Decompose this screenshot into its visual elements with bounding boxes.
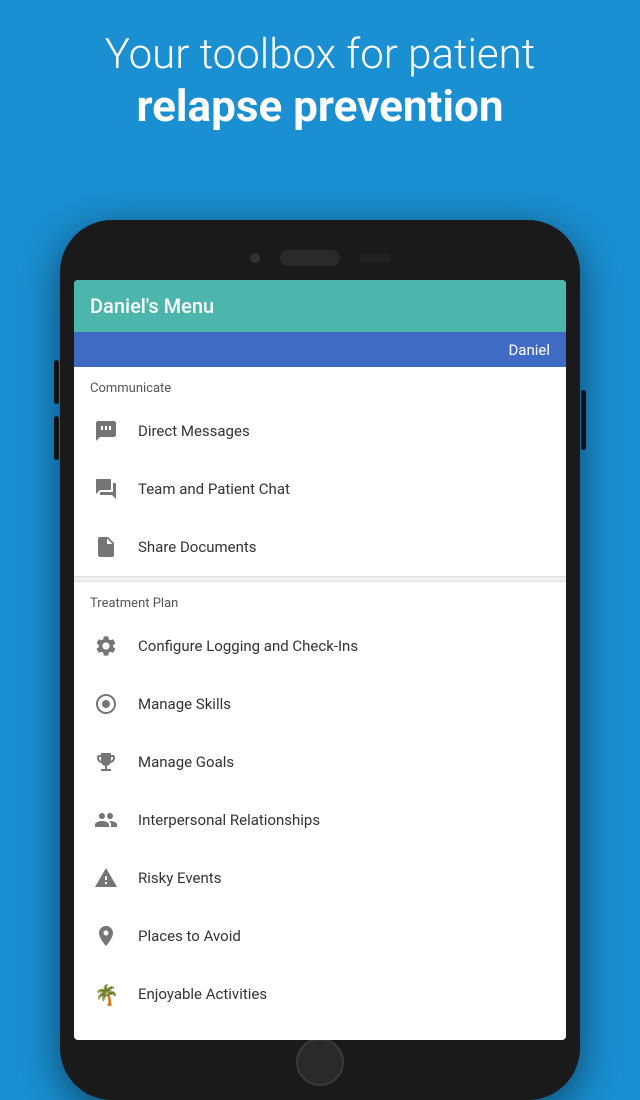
menu-item-manage-goals[interactable]: Manage Goals	[74, 733, 566, 791]
menu-item-places-avoid[interactable]: Places to Avoid	[74, 907, 566, 965]
phone-screen: Daniel's Menu Daniel Communicate	[74, 280, 566, 1040]
configure-logging-label: Configure Logging and Check-Ins	[138, 637, 358, 655]
places-avoid-label: Places to Avoid	[138, 927, 241, 945]
phone-top-bar	[60, 236, 580, 280]
svg-text:🌴: 🌴	[94, 983, 118, 1006]
user-bar: Daniel	[74, 332, 566, 367]
manage-skills-label: Manage Skills	[138, 695, 231, 713]
location-pin-icon	[90, 920, 122, 952]
menu-item-enjoyable-activities[interactable]: 🌴 Enjoyable Activities	[74, 965, 566, 1023]
home-button[interactable]	[296, 1038, 344, 1086]
menu-item-interpersonal[interactable]: Interpersonal Relationships	[74, 791, 566, 849]
menu-item-identified-triggers[interactable]: Identified Triggers	[74, 1023, 566, 1027]
palm-tree-icon: 🌴	[90, 978, 122, 1010]
section-treatment-plan: Treatment Plan Configure Logging and Che…	[74, 582, 566, 1027]
target-circle-icon	[90, 688, 122, 720]
direct-messages-label: Direct Messages	[138, 422, 250, 440]
interpersonal-label: Interpersonal Relationships	[138, 811, 320, 829]
menu-item-configure-logging[interactable]: Configure Logging and Check-Ins	[74, 617, 566, 675]
vol-up-button	[54, 360, 59, 404]
people-group-icon	[90, 804, 122, 836]
menu-item-team-patient-chat[interactable]: Team and Patient Chat	[74, 460, 566, 518]
power-button	[581, 390, 586, 450]
manage-goals-label: Manage Goals	[138, 753, 234, 771]
team-patient-chat-label: Team and Patient Chat	[138, 480, 290, 498]
triangle-warning-icon	[90, 862, 122, 894]
hero-line1: Your toolbox for patient	[30, 30, 610, 80]
phone-device: Daniel's Menu Daniel Communicate	[60, 220, 580, 1100]
sensor	[360, 254, 390, 262]
vol-down-button	[54, 416, 59, 460]
menu-item-share-documents[interactable]: Share Documents	[74, 518, 566, 576]
speaker-grille	[280, 250, 340, 266]
enjoyable-activities-label: Enjoyable Activities	[138, 985, 267, 1003]
camera-icon	[250, 253, 260, 263]
settings-gear-icon	[90, 630, 122, 662]
hero-header: Your toolbox for patient relapse prevent…	[0, 30, 640, 133]
menu-content[interactable]: Communicate Direct Messages	[74, 367, 566, 1027]
risky-events-label: Risky Events	[138, 869, 221, 887]
menu-title: Daniel's Menu	[90, 294, 550, 318]
chat-bubble-outline-icon	[90, 473, 122, 505]
phone-shell: Daniel's Menu Daniel Communicate	[60, 220, 580, 1100]
share-documents-label: Share Documents	[138, 538, 257, 556]
section-header-communicate: Communicate	[74, 367, 566, 402]
trophy-icon	[90, 746, 122, 778]
username-label: Daniel	[508, 341, 550, 359]
menu-item-direct-messages[interactable]: Direct Messages	[74, 402, 566, 460]
app-header: Daniel's Menu	[74, 280, 566, 332]
hero-line2: relapse prevention	[30, 80, 610, 133]
chat-bubble-dots-icon	[90, 415, 122, 447]
menu-item-risky-events[interactable]: Risky Events	[74, 849, 566, 907]
section-header-treatment: Treatment Plan	[74, 582, 566, 617]
document-icon	[90, 531, 122, 563]
menu-item-manage-skills[interactable]: Manage Skills	[74, 675, 566, 733]
section-communicate: Communicate Direct Messages	[74, 367, 566, 576]
